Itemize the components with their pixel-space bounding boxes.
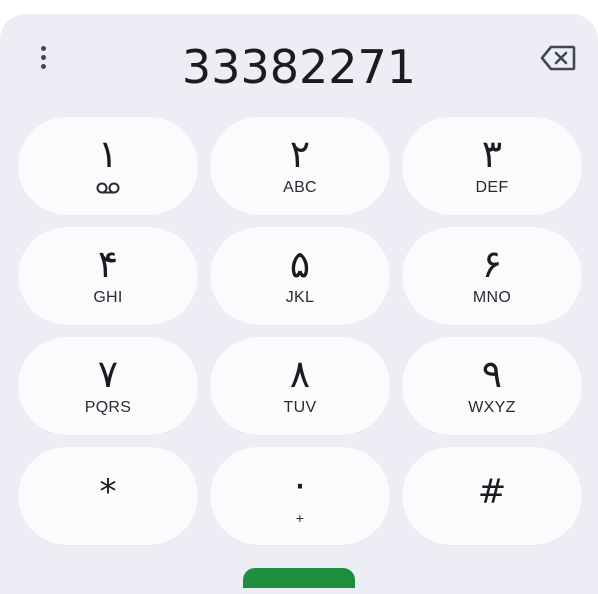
backspace-button[interactable]: [536, 42, 580, 74]
key-letters: ABC: [283, 179, 317, 196]
call-button[interactable]: [243, 568, 355, 588]
key-0[interactable]: ۰ +: [210, 447, 390, 545]
voicemail-icon: [96, 182, 120, 194]
key-digit: ۱: [97, 132, 119, 176]
key-1[interactable]: ۱: [18, 117, 198, 215]
key-5[interactable]: ۵ JKL: [210, 227, 390, 325]
key-digit: ۵: [289, 242, 311, 286]
key-letters: TUV: [283, 399, 317, 416]
key-9[interactable]: ۹ WXYZ: [402, 337, 582, 435]
key-digit: ۹: [481, 352, 503, 396]
key-digit: ۴: [97, 242, 119, 286]
key-3[interactable]: ۳ DEF: [402, 117, 582, 215]
key-letters: [95, 178, 121, 198]
key-star[interactable]: *: [18, 447, 198, 545]
key-8[interactable]: ۸ TUV: [210, 337, 390, 435]
more-options-button[interactable]: [28, 42, 58, 72]
key-letters: +: [295, 510, 305, 526]
key-letters: JKL: [285, 289, 315, 306]
key-2[interactable]: ۲ ABC: [210, 117, 390, 215]
key-digit: ۳: [481, 132, 503, 176]
key-digit: ۰: [289, 462, 311, 506]
dialer-top-bar: 33382271: [0, 14, 598, 114]
dialpad-panel: 33382271 ۱ ۲ ABC ۳ DEF ۴ GHI ۵ JKL ۶ MNO…: [0, 14, 598, 594]
key-letters: PQRS: [84, 399, 132, 416]
key-digit: *: [99, 472, 117, 512]
more-vert-icon-dot: [40, 54, 46, 60]
key-digit: ۲: [289, 132, 311, 176]
key-letters: WXYZ: [468, 399, 516, 416]
key-digit: ۶: [481, 242, 503, 286]
key-hash[interactable]: #: [402, 447, 582, 545]
key-6[interactable]: ۶ MNO: [402, 227, 582, 325]
key-letters: MNO: [472, 289, 512, 306]
key-digit: ۷: [97, 352, 119, 396]
more-vert-icon-dot: [40, 63, 46, 69]
key-digit: ۸: [289, 352, 311, 396]
key-digit: #: [477, 472, 507, 512]
key-letters: DEF: [475, 179, 509, 196]
key-letters: GHI: [93, 289, 123, 306]
key-4[interactable]: ۴ GHI: [18, 227, 198, 325]
more-vert-icon: [40, 45, 46, 51]
dialed-number-field[interactable]: 33382271: [90, 36, 508, 98]
key-7[interactable]: ۷ PQRS: [18, 337, 198, 435]
backspace-icon: [540, 45, 576, 71]
